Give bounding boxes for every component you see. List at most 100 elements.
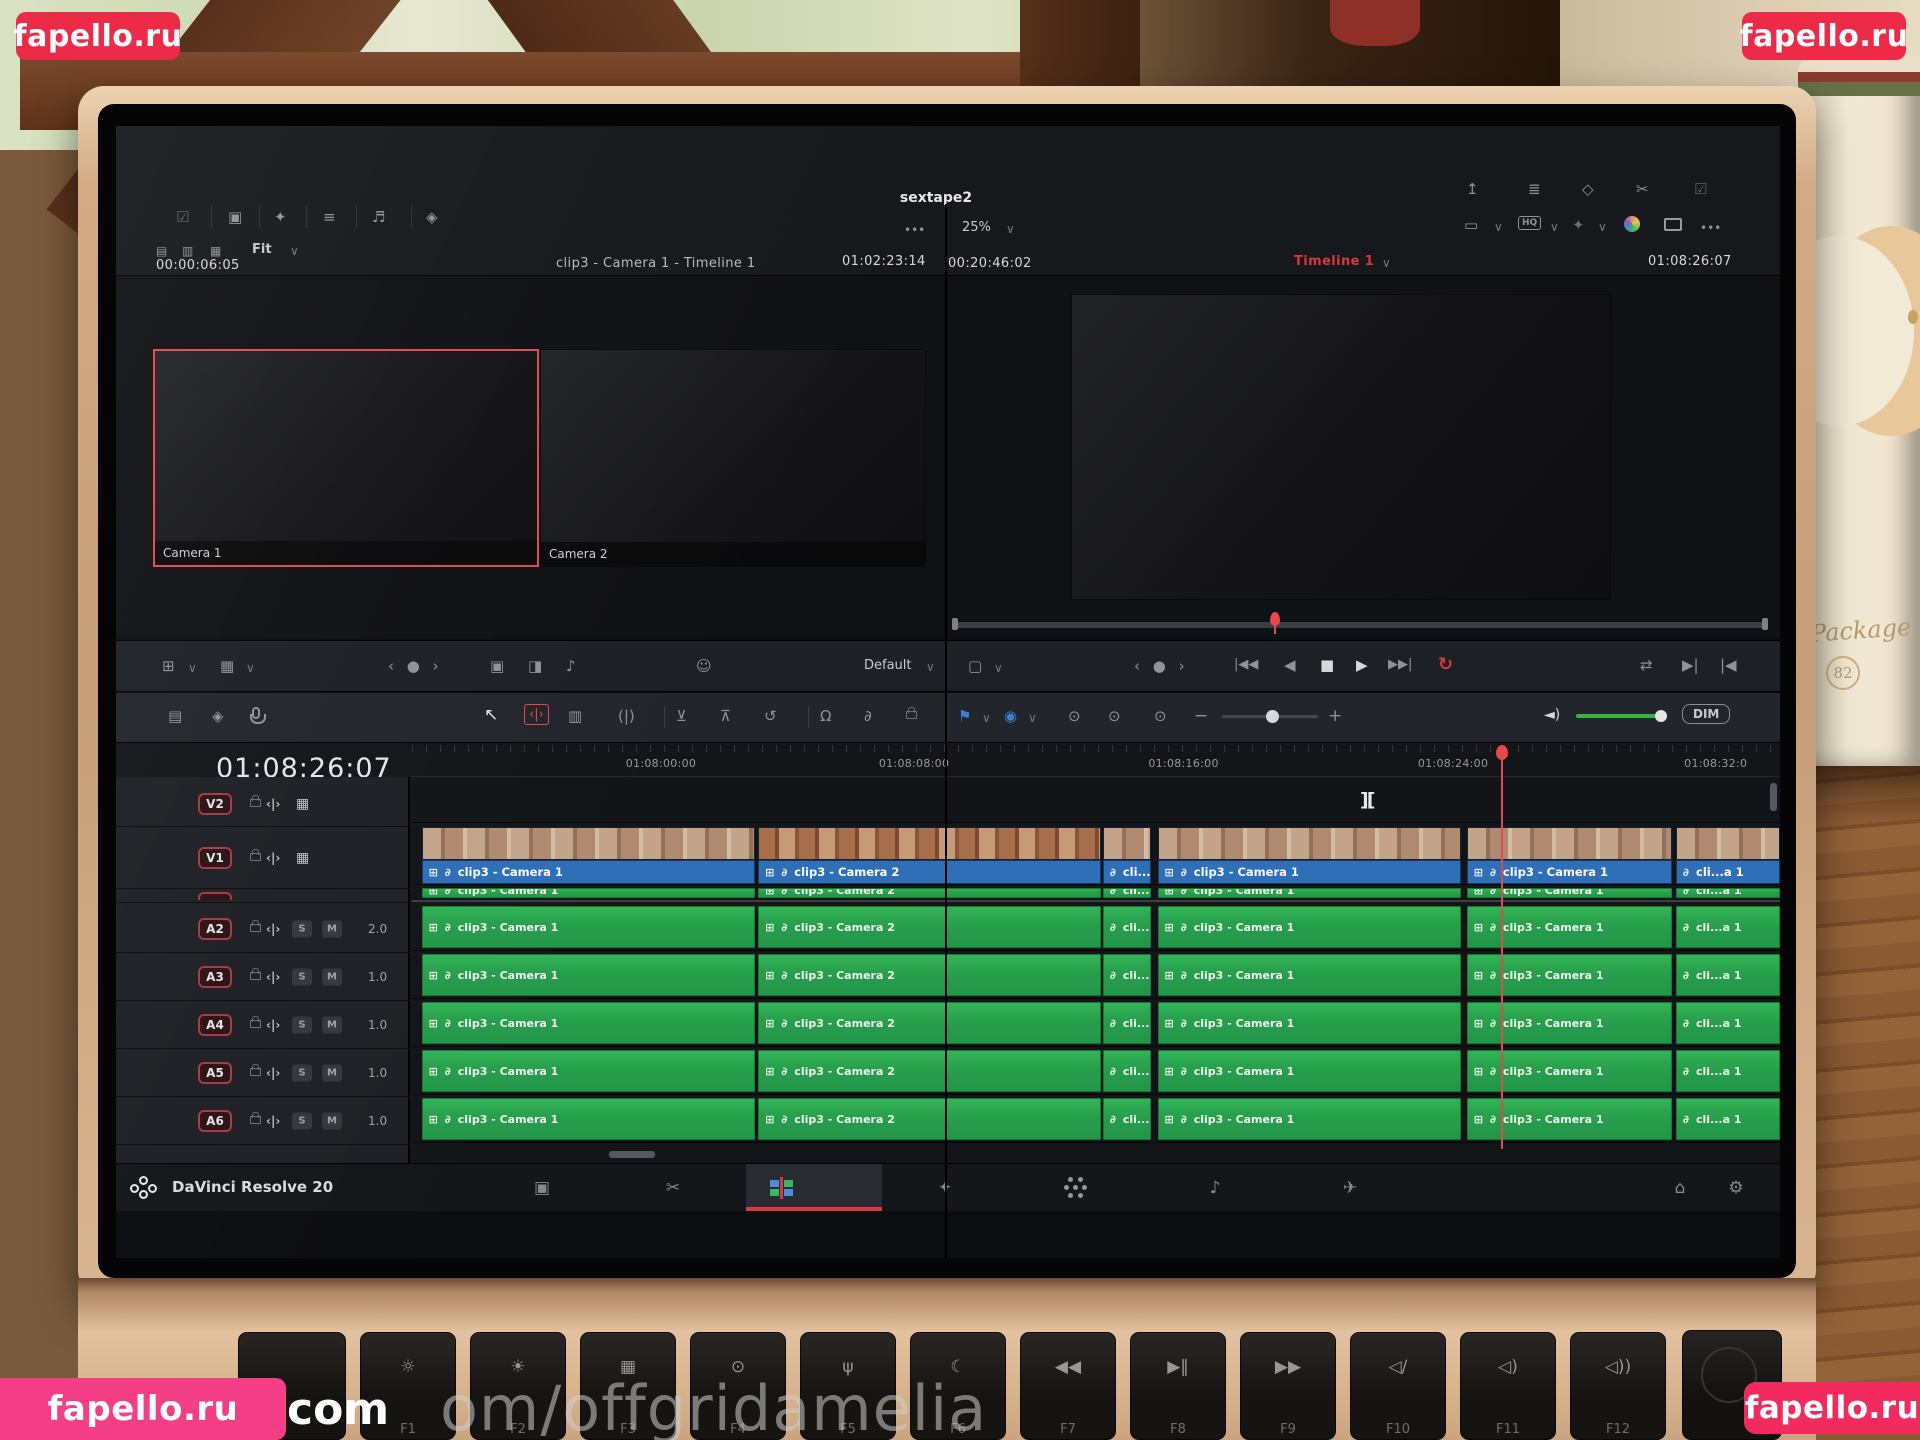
link-clips-icon[interactable]: ∂ bbox=[864, 709, 872, 724]
color-wheel-icon[interactable] bbox=[1624, 216, 1640, 232]
key-F11[interactable]: ◁)F11 bbox=[1460, 1332, 1556, 1440]
key-F9[interactable]: ▶▶F9 bbox=[1240, 1332, 1336, 1440]
chevron-down-icon[interactable]: ∨ bbox=[926, 661, 935, 673]
video-audio-icon[interactable]: ◨ bbox=[528, 659, 542, 674]
zoom-in-icon[interactable]: + bbox=[1328, 708, 1342, 725]
clip-view-icon[interactable]: ▦ bbox=[220, 659, 234, 674]
track-lock-icon[interactable] bbox=[250, 924, 261, 932]
audio-clip[interactable]: ⊞∂clip3 - Camera 1 bbox=[1467, 954, 1672, 996]
transitions-icon[interactable]: ◈ bbox=[426, 210, 438, 225]
video-clip[interactable]: ⊞∂clip3 - Camera 1 bbox=[422, 827, 756, 884]
page-tab-fairlight[interactable]: ♪ bbox=[1185, 1164, 1245, 1211]
go-to-end-button[interactable]: ▶▶| bbox=[1388, 658, 1412, 671]
audio-clip[interactable]: ∂cli...a 1 bbox=[1103, 1050, 1151, 1092]
tools-icon[interactable]: ✂ bbox=[1636, 182, 1649, 197]
more-options-icon[interactable]: ••• bbox=[1700, 222, 1721, 234]
audio-only-icon[interactable]: ♪ bbox=[566, 659, 576, 674]
fullscreen-icon[interactable] bbox=[1664, 218, 1682, 231]
audio-clip[interactable]: ⊞∂clip3 - Camera 1 bbox=[1467, 906, 1672, 948]
track-badge-V1[interactable]: V1 bbox=[198, 847, 232, 869]
selection-arrow-icon[interactable]: ↖ bbox=[484, 707, 498, 724]
audio-clip[interactable]: ⊞∂clip3 - Camera 1 bbox=[422, 888, 756, 898]
timeline-name-dropdown[interactable]: Timeline 1 bbox=[1294, 254, 1374, 269]
trim-edit-mode-icon[interactable]: ‹|› bbox=[524, 704, 549, 725]
audio-clip[interactable]: ∂cli...a 1 bbox=[1103, 888, 1151, 898]
audio-clip[interactable]: ∂cli...a 1 bbox=[1676, 888, 1780, 898]
audio-clip[interactable]: ⊞∂clip3 - Camera 1 bbox=[1158, 906, 1462, 948]
chevron-down-icon[interactable]: ∨ bbox=[246, 662, 255, 674]
track-badge-A6[interactable]: A6 bbox=[198, 1110, 232, 1132]
mixer-icon[interactable]: ≣ bbox=[1528, 182, 1541, 197]
audio-clip[interactable]: ∂cli...a 1 bbox=[1676, 906, 1780, 948]
track-lock-icon[interactable] bbox=[250, 799, 261, 807]
previous-edit-icon[interactable]: |◀ bbox=[1720, 658, 1737, 673]
audio-clip[interactable]: ∂cli...a 1 bbox=[1676, 954, 1780, 996]
audio-clip[interactable]: ∂cli...a 1 bbox=[1103, 954, 1151, 996]
loop-button[interactable]: ↻ bbox=[1438, 656, 1453, 674]
audio-clip[interactable]: ∂cli...a 1 bbox=[1676, 1050, 1780, 1092]
overwrite-clip-icon[interactable]: ⊼ bbox=[720, 709, 731, 724]
timeline-playhead[interactable] bbox=[1501, 745, 1503, 1149]
viewer-options-icon[interactable]: ••• bbox=[904, 224, 925, 236]
video-clip[interactable]: ⊞∂clip3 - Camera 1 bbox=[1158, 827, 1462, 884]
page-tab-cut[interactable]: ✂ bbox=[643, 1164, 703, 1211]
go-to-start-button[interactable]: |◀◀ bbox=[1234, 658, 1258, 671]
checkbox-icon[interactable]: ☑ bbox=[1694, 182, 1707, 197]
zoom-out-icon[interactable]: − bbox=[1194, 708, 1208, 725]
video-only-icon[interactable]: ▣ bbox=[490, 659, 504, 674]
mute-button[interactable]: M bbox=[322, 1064, 342, 1081]
auto-select-icon[interactable]: ‹|› bbox=[266, 922, 280, 936]
page-tab-color[interactable] bbox=[1045, 1164, 1105, 1211]
chevron-down-icon[interactable]: ∨ bbox=[290, 245, 299, 257]
zoom-custom-icon[interactable]: ⊙ bbox=[1154, 709, 1167, 724]
timeline-zoom-slider[interactable] bbox=[1222, 715, 1318, 718]
track-lock-icon[interactable] bbox=[250, 1020, 261, 1028]
audio-clip[interactable]: ⊞∂clip3 - Camera 1 bbox=[422, 954, 756, 996]
flag-icon[interactable]: ⚑ bbox=[958, 709, 971, 724]
page-tab-edit[interactable] bbox=[752, 1164, 812, 1211]
multicam-angle-2-viewer[interactable]: Camera 2 bbox=[540, 349, 926, 567]
auto-select-icon[interactable]: ‹|› bbox=[266, 970, 280, 984]
viewer-scrubber[interactable] bbox=[954, 622, 1766, 628]
audio-clip[interactable]: ⊞∂clip3 - Camera 2 bbox=[758, 954, 1101, 996]
chevron-down-icon[interactable]: ∨ bbox=[1598, 221, 1607, 233]
track-badge-A5[interactable]: A5 bbox=[198, 1062, 232, 1084]
viewer-mode-icon[interactable]: ▦ bbox=[210, 245, 221, 257]
solo-button[interactable]: S bbox=[292, 968, 312, 985]
audio-clip[interactable]: ∂cli...a 1 bbox=[1103, 1002, 1151, 1044]
audio-clip[interactable]: ⊞∂clip3 - Camera 1 bbox=[1467, 1098, 1672, 1140]
audio-clip[interactable]: ⊞∂clip3 - Camera 1 bbox=[422, 1002, 756, 1044]
scrubber-handle[interactable] bbox=[1762, 618, 1768, 630]
audio-clip[interactable]: ⊞∂clip3 - Camera 1 bbox=[422, 906, 756, 948]
solo-button[interactable]: S bbox=[292, 920, 312, 937]
dynamic-trim-icon[interactable]: (|) bbox=[618, 709, 635, 724]
monitor-volume-slider[interactable] bbox=[1576, 714, 1662, 718]
razor-icon[interactable]: ▥ bbox=[568, 709, 582, 724]
solo-button[interactable]: S bbox=[292, 1064, 312, 1081]
track-lock-icon[interactable] bbox=[250, 1068, 261, 1076]
page-tab-media[interactable]: ▣ bbox=[512, 1164, 572, 1211]
viewer-mode-icon[interactable]: ▤ bbox=[156, 245, 167, 257]
solo-button[interactable]: S bbox=[292, 1112, 312, 1129]
audio-clip[interactable]: ∂cli...a 1 bbox=[1103, 906, 1151, 948]
timeline-viewer-video[interactable] bbox=[1071, 294, 1611, 600]
chevron-down-icon[interactable]: ∨ bbox=[1550, 221, 1559, 233]
solo-button[interactable]: S bbox=[292, 1016, 312, 1033]
chevron-down-icon[interactable]: ∨ bbox=[994, 662, 1003, 674]
insert-clip-icon[interactable]: ⊻ bbox=[676, 709, 687, 724]
video-clip[interactable]: ⊞∂clip3 - Camera 1 bbox=[1467, 827, 1672, 884]
dim-button[interactable]: DIM bbox=[1682, 704, 1730, 724]
audio-clip[interactable]: ⊞∂clip3 - Camera 2 bbox=[758, 1098, 1101, 1140]
volume-slider-handle[interactable] bbox=[1655, 710, 1667, 722]
speaker-icon[interactable]: ◄) bbox=[1544, 708, 1560, 722]
audio-clip[interactable]: ⊞∂clip3 - Camera 1 bbox=[422, 1050, 756, 1092]
track-badge-A2[interactable]: A2 bbox=[198, 918, 232, 940]
audio-clip[interactable]: ⊞∂clip3 - Camera 2 bbox=[758, 888, 1101, 898]
auto-select-icon[interactable]: ‹|› bbox=[266, 797, 280, 811]
home-icon[interactable]: ⌂ bbox=[1650, 1164, 1710, 1211]
auto-select-icon[interactable]: ‹|› bbox=[266, 1066, 280, 1080]
audio-clip[interactable]: ∂cli...a 1 bbox=[1676, 1002, 1780, 1044]
track-badge-V2[interactable]: V2 bbox=[198, 793, 232, 815]
transform-preset-dropdown[interactable]: Default bbox=[864, 658, 912, 673]
vertical-scrollbar[interactable] bbox=[1770, 783, 1777, 811]
